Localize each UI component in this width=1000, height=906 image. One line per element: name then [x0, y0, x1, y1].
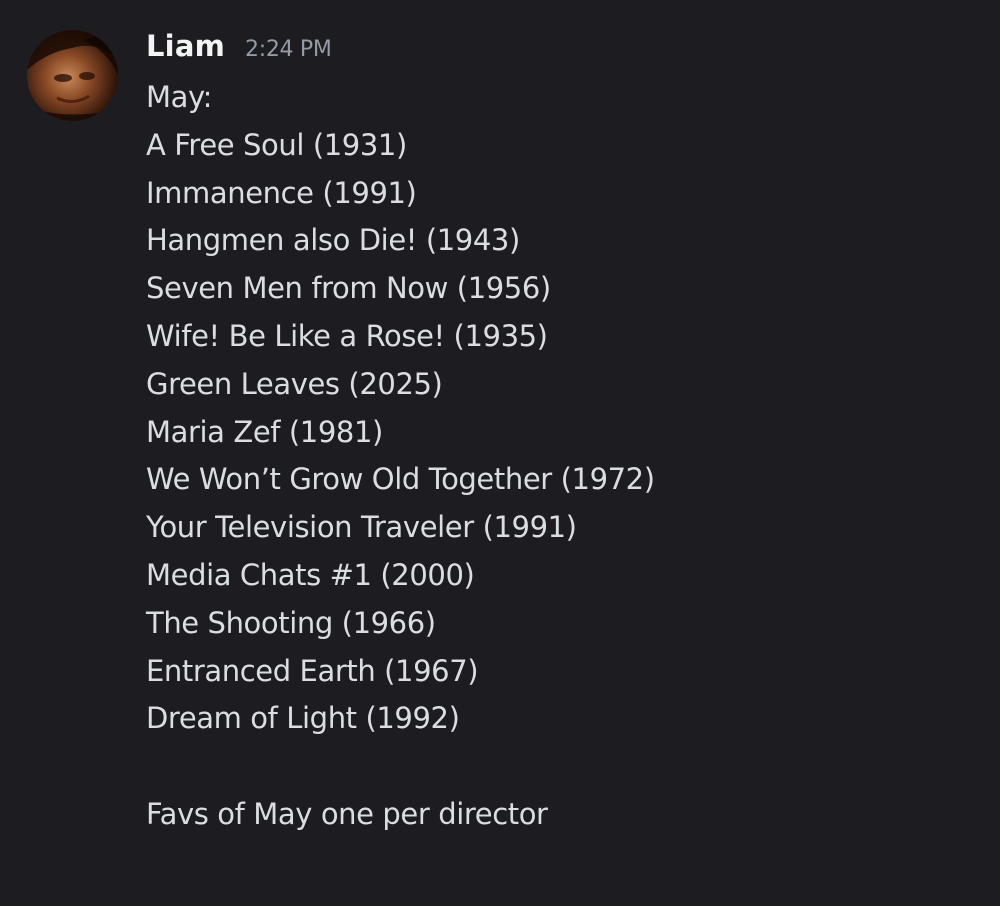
film-list-item: Seven Men from Now (1956) — [146, 271, 551, 306]
avatar-photo-icon — [27, 30, 118, 121]
film-list-item: Media Chats #1 (2000) — [146, 557, 475, 592]
film-list-item: Dream of Light (1992) — [146, 701, 460, 736]
film-list-item: Wife! Be Like a Rose! (1935) — [146, 318, 548, 353]
author-name[interactable]: Liam — [146, 29, 225, 63]
message-timestamp: 2:24 PM — [245, 37, 332, 62]
film-list-item: We Won’t Grow Old Together (1972) — [146, 462, 655, 497]
film-list-item: Green Leaves (2025) — [146, 366, 443, 401]
chat-message: Liam 2:24 PM May: A Free Soul (1931) Imm… — [0, 0, 1000, 906]
message-header: Liam 2:24 PM — [146, 29, 332, 69]
film-list-item: Hangmen also Die! (1943) — [146, 223, 520, 258]
message-line: May: — [146, 80, 213, 114]
avatar[interactable] — [27, 30, 118, 121]
film-list-item: Immanence (1991) — [146, 175, 417, 210]
message-content: May: A Free Soul (1931) Immanence (1991)… — [146, 74, 986, 839]
film-list-item: Your Television Traveler (1991) — [146, 510, 577, 545]
film-list-item: Entranced Earth (1967) — [146, 653, 479, 688]
film-list-item: Maria Zef (1981) — [146, 414, 383, 449]
film-list-item: The Shooting (1966) — [146, 605, 436, 640]
film-list-item: A Free Soul (1931) — [146, 127, 407, 162]
message-footer-line: Favs of May one per director — [146, 796, 548, 831]
